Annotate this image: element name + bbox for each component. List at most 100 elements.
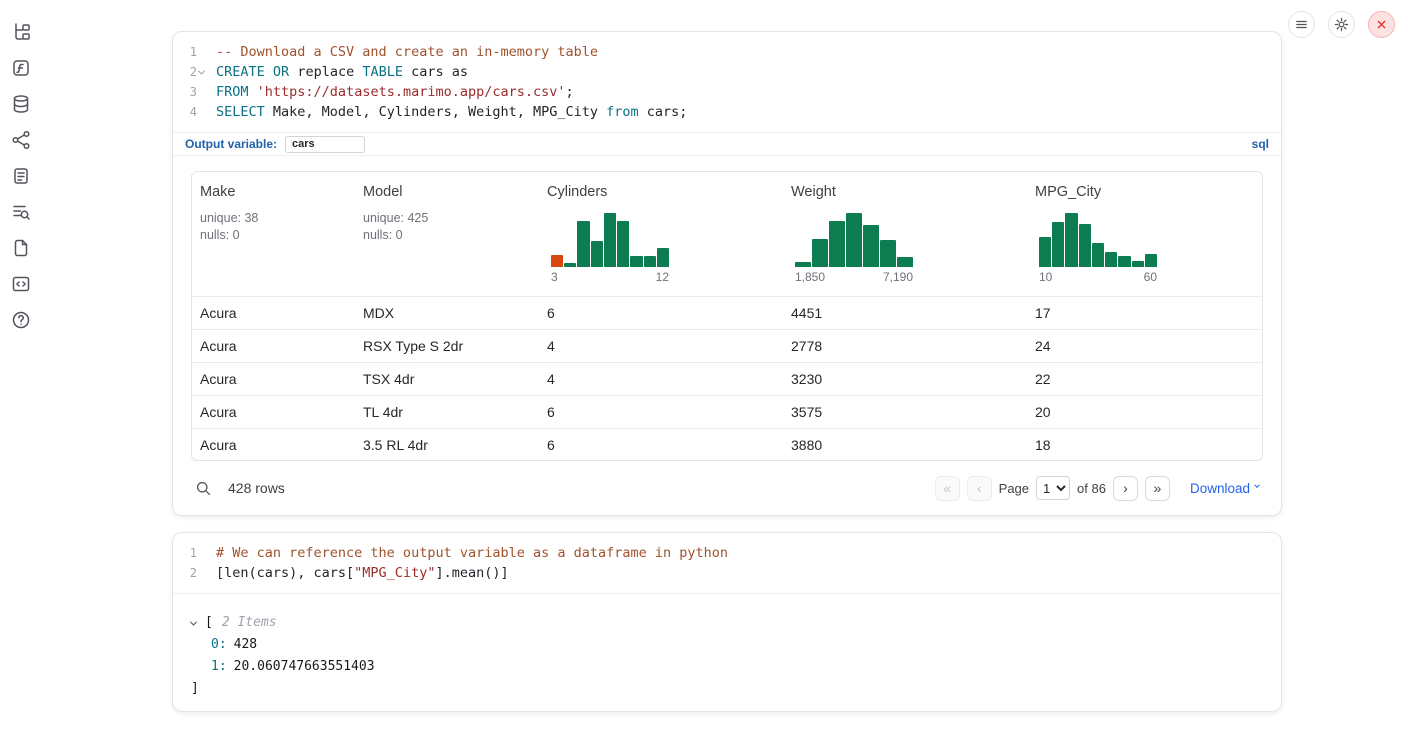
histogram-bar[interactable] — [564, 263, 576, 267]
histogram-bar[interactable] — [1052, 222, 1064, 267]
table-cell: RSX Type S 2dr — [355, 338, 539, 354]
histogram-bar[interactable] — [591, 241, 603, 267]
sidebar-documentation-button[interactable] — [8, 235, 34, 261]
line-number: 1 — [190, 42, 197, 62]
histogram-bar[interactable] — [551, 255, 563, 267]
histogram-bar[interactable] — [880, 240, 896, 267]
column-header-cylinders[interactable]: Cylinders312 — [539, 172, 783, 296]
histogram-bar[interactable] — [1092, 243, 1104, 267]
table-search-button[interactable] — [195, 480, 212, 497]
table-cell: 20 — [1027, 404, 1262, 420]
sql-code-editor[interactable]: 1-- Download a CSV and create an in-memo… — [173, 32, 1281, 122]
column-stats: unique: 425nulls: 0 — [363, 210, 531, 244]
column-label: Weight — [791, 184, 1019, 200]
histogram-bar[interactable] — [812, 239, 828, 267]
histogram-bar[interactable] — [829, 221, 845, 267]
histogram-bars — [1039, 213, 1157, 267]
table-cell: 6 — [539, 305, 783, 321]
table-row[interactable]: AcuraTSX 4dr4323022 — [192, 362, 1262, 395]
fold-chevron-icon[interactable] — [197, 70, 206, 75]
column-header-make[interactable]: Makeunique: 38nulls: 0 — [192, 172, 355, 296]
table-cell: 24 — [1027, 338, 1262, 354]
axis-max: 7,190 — [883, 270, 913, 284]
code-line[interactable]: 2CREATE OR replace TABLE cars as — [173, 62, 1281, 82]
histogram-bar[interactable] — [644, 256, 656, 267]
gutter: 2 — [173, 62, 209, 82]
sidebar-help-button[interactable] — [8, 307, 34, 333]
histogram-bar[interactable] — [1105, 252, 1117, 267]
code-line[interactable]: 3FROM 'https://datasets.marimo.app/cars.… — [173, 82, 1281, 102]
table-body: AcuraMDX6445117AcuraRSX Type S 2dr427782… — [192, 296, 1262, 461]
histogram-bar[interactable] — [795, 262, 811, 267]
histogram-bar[interactable] — [1039, 237, 1051, 267]
histogram-bar[interactable] — [863, 225, 879, 267]
histogram-bar[interactable] — [657, 248, 669, 267]
table-cell: 2778 — [783, 338, 1027, 354]
histogram-bar[interactable] — [1145, 254, 1157, 267]
language-badge[interactable]: sql — [1252, 137, 1269, 151]
histogram-bar[interactable] — [1132, 261, 1144, 267]
column-label: MPG_City — [1035, 184, 1254, 200]
axis-max: 12 — [656, 270, 669, 284]
next-page-button[interactable]: › — [1113, 476, 1138, 501]
line-number: 4 — [190, 102, 197, 122]
column-label: Model — [363, 184, 531, 200]
column-header-mpg_city[interactable]: MPG_City1060 — [1027, 172, 1262, 296]
histogram-bar[interactable] — [1079, 224, 1091, 267]
line-number: 2 — [190, 62, 197, 82]
table-cell: Acura — [192, 338, 355, 354]
chevron-right-icon: › — [1123, 481, 1128, 495]
code-line[interactable]: 1# We can reference the output variable … — [173, 543, 1281, 563]
table-cell: TSX 4dr — [355, 371, 539, 387]
table-cell: 4451 — [783, 305, 1027, 321]
table-row[interactable]: AcuraTL 4dr6357520 — [192, 395, 1262, 428]
database-icon — [11, 94, 31, 114]
stat-unique: unique: 425 — [363, 210, 531, 227]
first-page-button[interactable]: « — [935, 476, 960, 501]
histogram-bar[interactable] — [897, 257, 913, 267]
gutter: 1 — [173, 543, 209, 563]
page-select[interactable]: 1 — [1036, 476, 1070, 500]
table-row[interactable]: Acura3.5 RL 4dr6388018 — [192, 428, 1262, 461]
sidebar-variables-button[interactable] — [8, 55, 34, 81]
table-row[interactable]: AcuraRSX Type S 2dr4277824 — [192, 329, 1262, 362]
table-cell: 6 — [539, 437, 783, 453]
sidebar-dependencies-button[interactable] — [8, 127, 34, 153]
python-code-editor[interactable]: 1# We can reference the output variable … — [173, 533, 1281, 594]
stat-unique: unique: 38 — [200, 210, 347, 227]
last-page-button[interactable]: » — [1145, 476, 1170, 501]
column-header-weight[interactable]: Weight1,8507,190 — [783, 172, 1027, 296]
histogram-bar[interactable] — [630, 256, 642, 267]
help-icon — [11, 310, 31, 330]
download-label: Download — [1190, 481, 1250, 496]
sidebar-snippets-button[interactable] — [8, 271, 34, 297]
histogram-bar[interactable] — [617, 221, 629, 267]
table-row[interactable]: AcuraMDX6445117 — [192, 296, 1262, 329]
histogram-bar[interactable] — [1065, 213, 1077, 267]
sidebar-scratchpad-button[interactable] — [8, 163, 34, 189]
code-line[interactable]: 2[len(cars), cars["MPG_City"].mean()] — [173, 563, 1281, 583]
histogram-bar[interactable] — [1118, 256, 1130, 267]
sidebar-logs-button[interactable] — [8, 199, 34, 225]
output-variable-input[interactable] — [285, 136, 365, 153]
column-header-model[interactable]: Model unique: 425nulls: 0 — [355, 172, 539, 296]
open-bracket: [ — [205, 612, 213, 634]
table-cell: 3880 — [783, 437, 1027, 453]
line-number: 3 — [190, 82, 197, 102]
code-line[interactable]: 1-- Download a CSV and create an in-memo… — [173, 42, 1281, 62]
shutdown-button[interactable] — [1368, 11, 1395, 38]
menu-button[interactable] — [1288, 11, 1315, 38]
sidebar-file-explorer-button[interactable] — [8, 19, 34, 45]
download-button[interactable]: Download — [1190, 481, 1259, 496]
settings-button[interactable] — [1328, 11, 1355, 38]
histogram-bar[interactable] — [846, 213, 862, 267]
column-stats: unique: 38nulls: 0 — [200, 210, 347, 244]
collapse-chevron-icon[interactable] — [191, 621, 205, 626]
sidebar-datasets-button[interactable] — [8, 91, 34, 117]
code-line[interactable]: 4SELECT Make, Model, Cylinders, Weight, … — [173, 102, 1281, 122]
histogram-bar[interactable] — [604, 213, 616, 267]
histogram-bar[interactable] — [577, 221, 589, 267]
prev-page-button[interactable]: ‹ — [967, 476, 992, 501]
close-bracket: ] — [191, 678, 199, 700]
cylinders-histogram: 312 — [551, 213, 669, 284]
